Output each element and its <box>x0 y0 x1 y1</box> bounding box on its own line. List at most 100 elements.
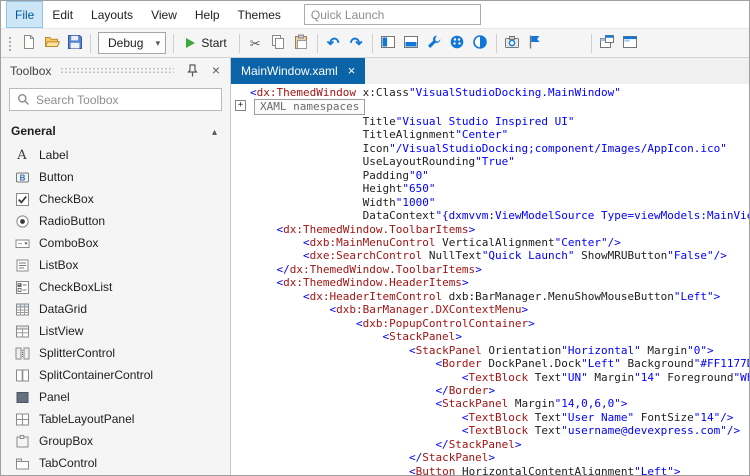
code-line[interactable]: </StackPanel> <box>231 438 749 451</box>
code-line-text: DataContext"{dxmvvm:ViewModelSource Type… <box>250 209 749 222</box>
paste-button[interactable] <box>290 32 313 55</box>
radiobutton-icon <box>14 214 30 229</box>
toolbox-item-datagrid[interactable]: DataGrid <box>1 298 230 320</box>
toolbox-item-combobox[interactable]: ComboBox <box>1 232 230 254</box>
toolbox-item-groupbox[interactable]: GroupBox <box>1 430 230 452</box>
dock-bottom-button[interactable] <box>400 32 423 55</box>
code-line[interactable]: Title"Visual Studio Inspired UI" <box>231 115 749 128</box>
code-line[interactable]: <dxb:MainMenuControl VerticalAlignment"C… <box>231 236 749 249</box>
menu-item-layouts[interactable]: Layouts <box>82 1 142 28</box>
checkboxlist-icon <box>14 280 30 295</box>
toolbox-item-panel[interactable]: Panel <box>1 386 230 408</box>
toolbox-group-general[interactable]: General <box>1 118 230 144</box>
collapsed-region-label[interactable]: XAML namespaces <box>254 99 365 114</box>
code-line[interactable]: <dx:HeaderItemControl dxb:BarManager.Men… <box>231 290 749 303</box>
fold-expand-icon[interactable]: + <box>235 100 246 111</box>
code-line[interactable]: <dxb:PopupControlContainer> <box>231 317 749 330</box>
code-line[interactable]: + XAML namespaces <box>231 99 749 114</box>
menu-item-edit[interactable]: Edit <box>43 1 82 28</box>
toolbox-item-radiobutton[interactable]: RadioButton <box>1 210 230 232</box>
code-line[interactable]: Icon"/VisualStudioDocking;component/Imag… <box>231 142 749 155</box>
fold-margin <box>231 303 250 316</box>
code-line[interactable]: <StackPanel> <box>231 330 749 343</box>
toolbox-item-listbox[interactable]: ListBox <box>1 254 230 276</box>
panel-icon <box>14 390 30 405</box>
toolbox-item-listview[interactable]: ListView <box>1 320 230 342</box>
menu-items: FileEditLayoutsViewHelpThemes <box>6 1 290 28</box>
toolbox-item-tabcontrol[interactable]: TabControl <box>1 452 230 474</box>
toolbox-item-checkboxlist[interactable]: CheckBoxList <box>1 276 230 298</box>
copy-button[interactable] <box>267 32 290 55</box>
fold-margin <box>231 236 250 249</box>
code-line[interactable]: <dxe:SearchControl NullText"Quick Launch… <box>231 249 749 262</box>
code-line[interactable]: <dxb:BarManager.DXContextMenu> <box>231 303 749 316</box>
undo-button[interactable]: ↶ <box>322 32 345 55</box>
dock-left-button[interactable] <box>377 32 400 55</box>
toolbox-item-splittercontrol[interactable]: SplitterControl <box>1 342 230 364</box>
code-line[interactable]: <dx:ThemedWindow x:Class"VisualStudioDoc… <box>231 86 749 99</box>
code-line[interactable]: Height"650" <box>231 182 749 195</box>
toolbox-panel: Toolbox General <box>1 58 231 475</box>
pin-icon[interactable] <box>183 62 201 80</box>
new-file-button[interactable] <box>17 32 40 55</box>
start-button[interactable]: Start <box>178 32 234 55</box>
tab-mainwindow-xaml[interactable]: MainWindow.xaml <box>231 58 365 84</box>
fold-margin <box>231 330 250 343</box>
open-folder-button[interactable] <box>40 32 63 55</box>
code-line[interactable]: <dx:ThemedWindow.HeaderItems> <box>231 276 749 289</box>
code-line[interactable]: <Button HorizontalContentAlignment"Left"… <box>231 465 749 475</box>
toolbox-item-splitcontainercontrol[interactable]: SplitContainerControl <box>1 364 230 386</box>
quick-launch-input[interactable] <box>304 4 481 25</box>
code-line[interactable]: TitleAlignment"Center" <box>231 128 749 141</box>
wrench-button[interactable] <box>423 32 446 55</box>
palette-icon <box>449 34 465 53</box>
toolbox-close-icon[interactable] <box>207 62 225 80</box>
float-window-button[interactable] <box>596 32 619 55</box>
code-line[interactable]: Width"1000" <box>231 196 749 209</box>
code-line-text: <dx:ThemedWindow x:Class"VisualStudioDoc… <box>250 86 621 99</box>
code-editor[interactable]: <dx:ThemedWindow x:Class"VisualStudioDoc… <box>231 84 749 475</box>
toolbox-item-tablelayoutpanel[interactable]: TableLayoutPanel <box>1 408 230 430</box>
screenshot-button[interactable] <box>501 32 524 55</box>
toolbox-item-label[interactable]: ALabel <box>1 144 230 166</box>
toolbox-item-checkbox[interactable]: CheckBox <box>1 188 230 210</box>
tabbed-window-button[interactable] <box>619 32 642 55</box>
code-line[interactable]: <StackPanel Margin"14,0,6,0"> <box>231 397 749 410</box>
code-line[interactable]: Padding"0" <box>231 169 749 182</box>
code-line[interactable]: <TextBlock Text"username@devexpress.com"… <box>231 424 749 437</box>
toolbox-item-button[interactable]: BButton <box>1 166 230 188</box>
code-line[interactable]: UseLayoutRounding"True" <box>231 155 749 168</box>
code-line[interactable]: <StackPanel Orientation"Horizontal" Marg… <box>231 344 749 357</box>
code-line[interactable]: <TextBlock Text"UN" Margin"14" Foregroun… <box>231 371 749 384</box>
menu-item-file[interactable]: File <box>6 1 43 28</box>
fold-margin <box>231 371 250 384</box>
fold-margin <box>231 465 250 475</box>
contrast-button[interactable] <box>469 32 492 55</box>
palette-button[interactable] <box>446 32 469 55</box>
save-button[interactable] <box>63 32 86 55</box>
code-line[interactable]: </Border> <box>231 384 749 397</box>
menu-item-help[interactable]: Help <box>186 1 229 28</box>
code-line[interactable]: <Border DockPanel.Dock"Left" Background"… <box>231 357 749 370</box>
code-line[interactable]: </StackPanel> <box>231 451 749 464</box>
code-line[interactable]: DataContext"{dxmvvm:ViewModelSource Type… <box>231 209 749 222</box>
flag-button[interactable] <box>524 32 547 55</box>
code-line[interactable]: <TextBlock Text"User Name" FontSize"14"/… <box>231 411 749 424</box>
tab-close-icon[interactable] <box>348 64 356 78</box>
code-line-text: <dxe:SearchControl NullText"Quick Launch… <box>250 249 727 262</box>
code-line[interactable]: <dx:ThemedWindow.ToolbarItems> <box>231 223 749 236</box>
flag-icon <box>527 34 543 53</box>
toolbox-item-label: SplitterControl <box>39 346 115 360</box>
toolbox-header[interactable]: Toolbox <box>1 58 230 83</box>
redo-button[interactable]: ↷ <box>345 32 368 55</box>
paste-icon <box>293 34 309 53</box>
toolbar-grip-handle[interactable] <box>7 35 13 51</box>
code-line[interactable]: </dx:ThemedWindow.ToolbarItems> <box>231 263 749 276</box>
toolbox-search-input[interactable] <box>36 93 217 107</box>
toolbox-grip-handle[interactable] <box>60 67 174 74</box>
toolbox-item-label: CheckBox <box>39 192 94 206</box>
menu-item-view[interactable]: View <box>142 1 186 28</box>
cut-button[interactable]: ✂ <box>244 32 267 55</box>
debug-target-dropdown[interactable]: Debug <box>98 32 166 54</box>
menu-item-themes[interactable]: Themes <box>229 1 290 28</box>
